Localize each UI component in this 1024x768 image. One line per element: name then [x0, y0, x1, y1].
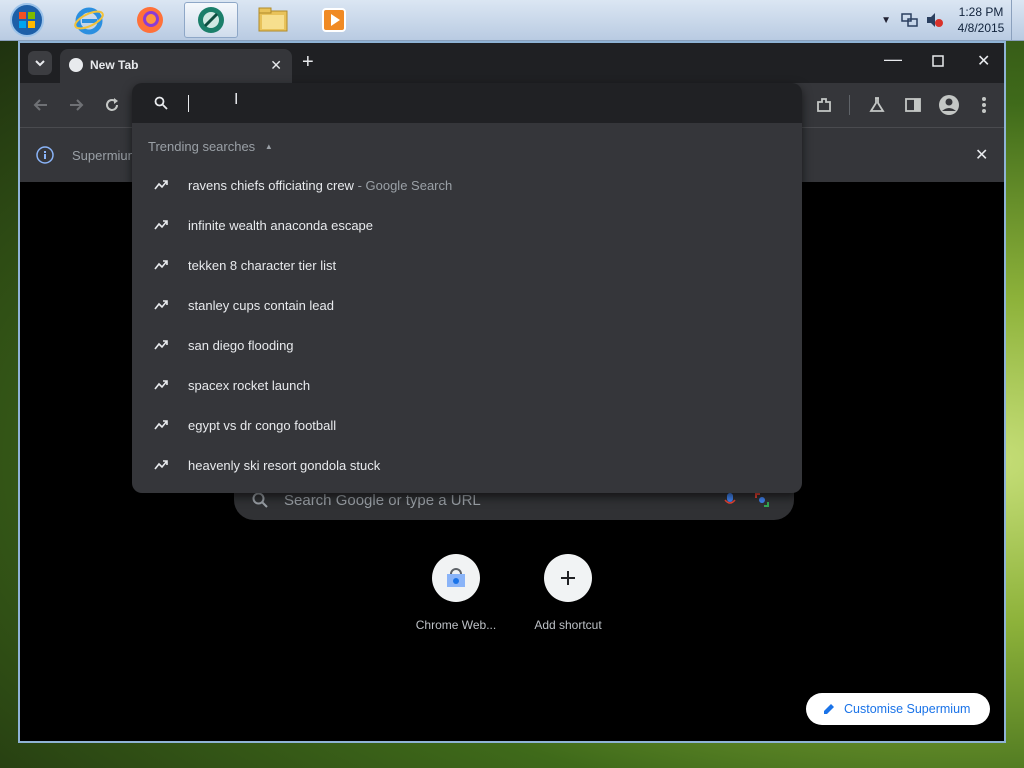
- side-panel-icon[interactable]: [904, 96, 922, 114]
- forward-arrow-icon[interactable]: [68, 97, 84, 113]
- browser-window: New Tab ✕ + — ✕ Supermium ✕ Search Googl…: [18, 41, 1006, 743]
- back-arrow-icon[interactable]: [33, 97, 49, 113]
- trending-arrow-icon: [154, 300, 168, 310]
- windows-orb-icon: [10, 3, 44, 37]
- customise-label: Customise Supermium: [844, 702, 971, 716]
- labs-flask-icon[interactable]: [868, 96, 886, 114]
- extensions-icon[interactable]: [815, 96, 833, 114]
- shortcut-label: Add shortcut: [534, 618, 602, 632]
- reload-icon[interactable]: [104, 97, 120, 113]
- show-hidden-icons-icon[interactable]: ▼: [881, 15, 891, 26]
- media-player-icon: [322, 8, 346, 32]
- tab-search-button[interactable]: [28, 51, 52, 75]
- profile-avatar-icon[interactable]: [938, 94, 960, 116]
- add-shortcut-button[interactable]: Add shortcut: [513, 554, 623, 632]
- tab-new-tab[interactable]: New Tab ✕: [60, 49, 292, 83]
- suggestion-row[interactable]: tekken 8 character tier list: [132, 246, 802, 286]
- taskbar-file-explorer[interactable]: [246, 2, 300, 38]
- suggestion-text: heavenly ski resort gondola stuck: [188, 458, 381, 473]
- suggestion-text: ravens chiefs officiating crew: [188, 178, 354, 193]
- minimize-button[interactable]: —: [884, 49, 902, 70]
- suggestion-text: infinite wealth anaconda escape: [188, 218, 374, 233]
- menu-kebab-icon[interactable]: [981, 96, 987, 114]
- suggestion-suffix: - Google Search: [353, 178, 453, 193]
- search-icon: [154, 96, 168, 110]
- search-icon: [252, 492, 268, 508]
- clock-time: 1:28 PM: [958, 5, 1004, 19]
- tab-favicon-icon: [69, 58, 83, 72]
- omnibox-dropdown: I Trending searches ▲ ravens chiefs offi…: [132, 83, 802, 493]
- close-window-button[interactable]: ✕: [977, 51, 990, 71]
- pencil-icon: [824, 704, 834, 714]
- trending-arrow-icon: [154, 180, 168, 190]
- trending-arrow-icon: [154, 220, 168, 230]
- toolbar-divider: [849, 95, 850, 115]
- shortcut-label: Chrome Web...: [415, 618, 497, 632]
- suggestion-text: stanley cups contain lead: [188, 298, 334, 313]
- trending-arrow-icon: [154, 260, 168, 270]
- suggestion-row[interactable]: spacex rocket launch: [132, 366, 802, 406]
- info-bar-text: Supermium: [72, 148, 139, 163]
- caret-up-icon: ▲: [264, 142, 273, 151]
- info-icon: [36, 146, 54, 164]
- customise-button[interactable]: Customise Supermium: [806, 693, 990, 725]
- plus-icon: [561, 571, 575, 585]
- chevron-down-icon: [35, 60, 45, 67]
- ntp-search-placeholder: Search Google or type a URL: [284, 492, 481, 509]
- taskbar-firefox[interactable]: [123, 2, 177, 38]
- suggestion-row[interactable]: infinite wealth anaconda escape: [132, 206, 802, 246]
- tab-strip: New Tab ✕ + — ✕: [20, 43, 1004, 83]
- maximize-button[interactable]: [932, 55, 944, 67]
- trending-arrow-icon: [154, 460, 168, 470]
- i-beam-cursor-icon: I: [234, 91, 239, 108]
- microphone-icon[interactable]: [724, 492, 736, 508]
- suggestion-row[interactable]: ravens chiefs officiating crew - Google …: [132, 166, 802, 206]
- internet-explorer-icon: [74, 7, 104, 35]
- suggestion-text: egypt vs dr congo football: [188, 418, 337, 433]
- suggestion-text: san diego flooding: [188, 338, 294, 353]
- omnibox-input[interactable]: I: [132, 83, 802, 123]
- trending-header[interactable]: Trending searches ▲: [148, 139, 273, 154]
- firefox-icon: [137, 7, 163, 33]
- taskbar-internet-explorer[interactable]: [62, 2, 116, 38]
- shortcut-tile: [544, 554, 592, 602]
- folder-icon: [258, 7, 288, 32]
- trending-arrow-icon: [154, 380, 168, 390]
- new-tab-button[interactable]: +: [302, 51, 314, 74]
- text-caret: [188, 95, 189, 112]
- network-icon[interactable]: [901, 12, 919, 28]
- taskbar-media-player[interactable]: [307, 2, 361, 38]
- taskbar: ▼ 1:28 PM 4/8/2015: [0, 0, 1024, 41]
- trending-arrow-icon: [154, 420, 168, 430]
- google-lens-icon[interactable]: [754, 492, 770, 508]
- tab-close-icon[interactable]: ✕: [270, 57, 282, 74]
- taskbar-clock[interactable]: 1:28 PM 4/8/2015: [951, 4, 1011, 36]
- shortcut-chrome-web-store[interactable]: Chrome Web...: [401, 554, 511, 632]
- suggestion-row[interactable]: egypt vs dr congo football: [132, 406, 802, 446]
- tab-title: New Tab: [90, 58, 139, 72]
- show-desktop-button[interactable]: [1011, 0, 1024, 40]
- suggestion-row[interactable]: heavenly ski resort gondola stuck: [132, 446, 802, 486]
- start-button[interactable]: [0, 2, 54, 38]
- shortcut-tile: [432, 554, 480, 602]
- clock-date: 4/8/2015: [957, 21, 1005, 35]
- info-bar-close-icon[interactable]: ✕: [975, 145, 988, 165]
- volume-muted-icon[interactable]: [925, 12, 943, 28]
- trending-label: Trending searches: [148, 139, 256, 154]
- web-store-icon: [447, 568, 465, 587]
- suggestion-row[interactable]: san diego flooding: [132, 326, 802, 366]
- trending-arrow-icon: [154, 340, 168, 350]
- suggestion-text: tekken 8 character tier list: [188, 258, 337, 273]
- taskbar-supermium[interactable]: [184, 2, 238, 38]
- supermium-icon: [198, 7, 224, 33]
- system-tray: ▼ 1:28 PM 4/8/2015: [881, 0, 1024, 40]
- suggestion-text: spacex rocket launch: [188, 378, 311, 393]
- suggestion-row[interactable]: stanley cups contain lead: [132, 286, 802, 326]
